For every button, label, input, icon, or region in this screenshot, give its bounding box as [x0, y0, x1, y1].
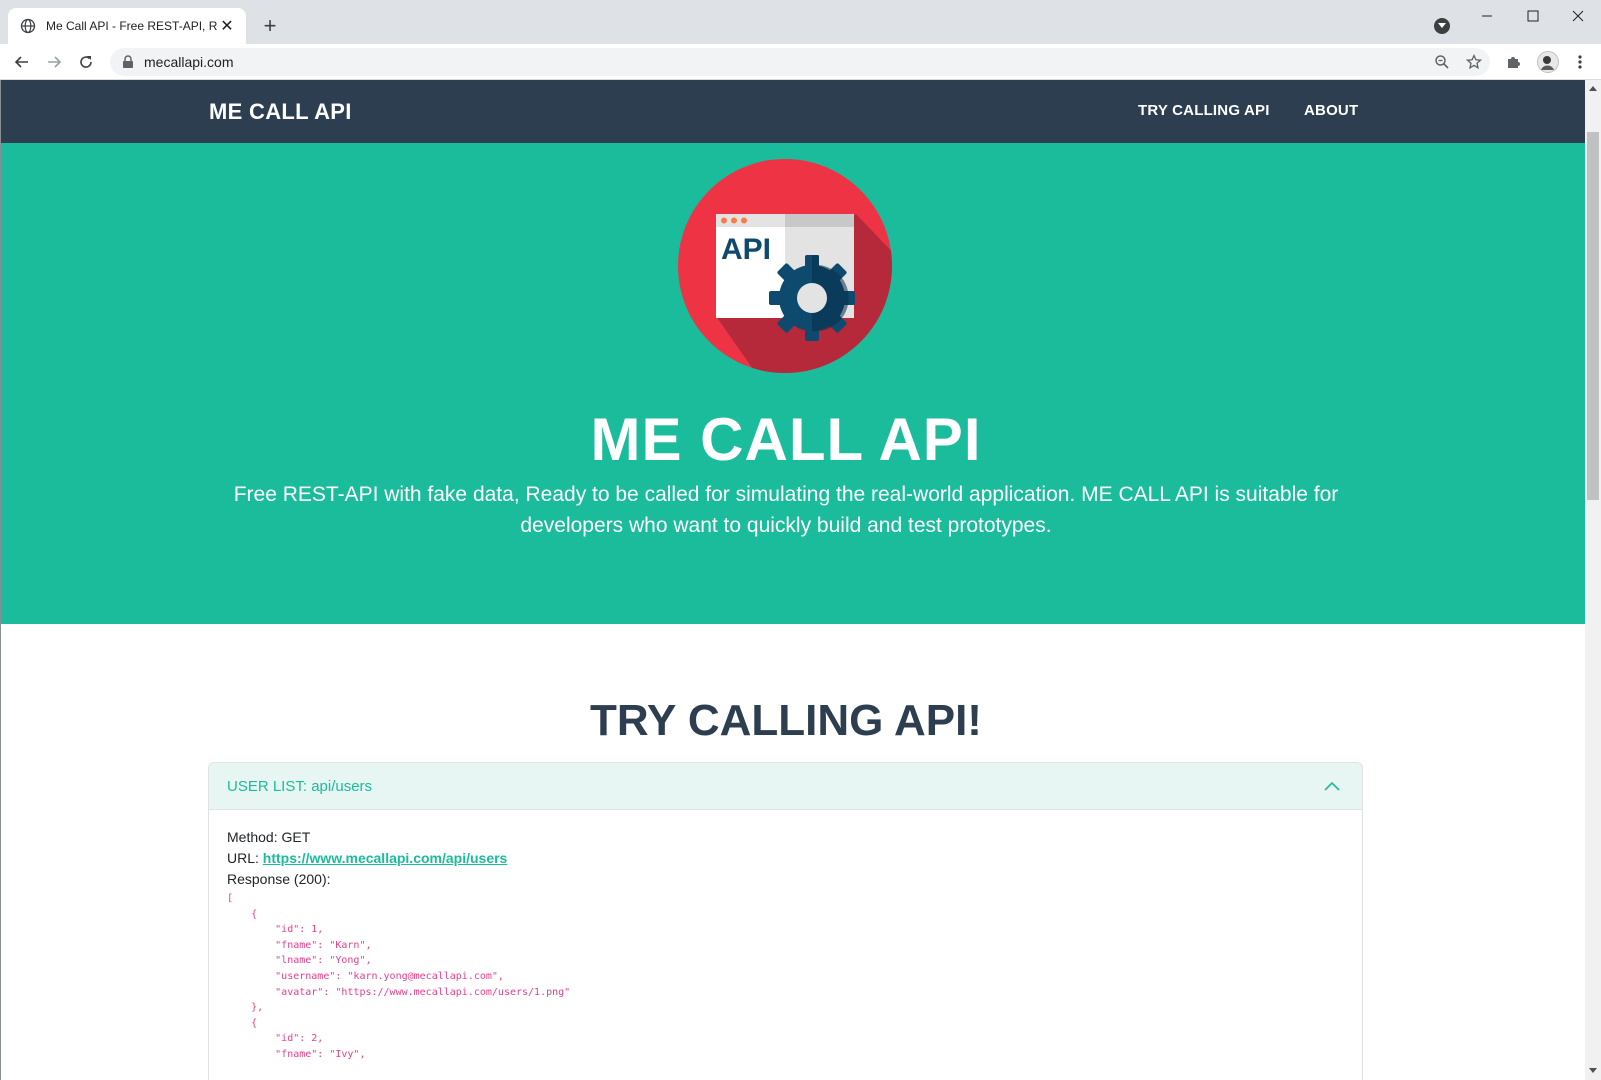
url-line: URL: https://www.mecallapi.com/api/users: [227, 848, 1344, 869]
forward-icon[interactable]: [42, 50, 66, 74]
scroll-down-icon[interactable]: [1589, 1068, 1597, 1073]
hero-section: API ME CALL API Free REST-API with fake …: [1, 143, 1585, 624]
method-line: Method: GET: [227, 829, 311, 845]
globe-icon: [20, 18, 36, 34]
section-title: TRY CALLING API!: [590, 696, 982, 745]
maximize-icon[interactable]: [1510, 0, 1556, 32]
zoom-icon[interactable]: [1426, 54, 1458, 70]
logo-api-text: API: [721, 233, 771, 266]
page-scrollbar[interactable]: [1585, 80, 1601, 1080]
minimize-icon[interactable]: [1464, 0, 1510, 32]
page-viewport: ME CALL API TRY CALLING API ABOUT API ME…: [0, 80, 1585, 1080]
star-icon[interactable]: [1458, 54, 1490, 70]
back-icon[interactable]: [10, 50, 34, 74]
reload-icon[interactable]: [74, 50, 98, 74]
scroll-thumb[interactable]: [1587, 132, 1599, 500]
site-navbar: ME CALL API TRY CALLING API ABOUT: [1, 80, 1585, 143]
plus-icon[interactable]: +: [258, 14, 282, 38]
hero-title: ME CALL API: [590, 406, 982, 473]
site-brand[interactable]: ME CALL API: [209, 99, 352, 125]
menu-icon[interactable]: [1572, 50, 1588, 74]
address-url: mecallapi.com: [144, 54, 234, 70]
browser-toolbar: mecallapi.com: [0, 44, 1601, 80]
window-close-icon[interactable]: [1555, 0, 1601, 32]
address-bar[interactable]: mecallapi.com: [110, 48, 1490, 76]
browser-tabstrip: Me Call API - Free REST-API, Rea ✕ +: [0, 0, 1601, 44]
lock-icon: [122, 55, 134, 69]
tab-title: Me Call API - Free REST-API, Rea: [46, 19, 218, 33]
url-label: URL:: [227, 850, 259, 866]
api-url-link[interactable]: https://www.mecallapi.com/api/users: [263, 850, 508, 866]
accordion-body: Method: GET URL: https://www.mecallapi.c…: [209, 810, 1362, 1080]
scroll-up-icon[interactable]: [1589, 86, 1597, 91]
response-code-block: [ { "id": 1, "fname": "Karn", "lname": "…: [227, 893, 571, 1060]
puzzle-icon[interactable]: [1502, 50, 1526, 74]
chevron-up-icon[interactable]: [1322, 776, 1342, 796]
browser-tab[interactable]: Me Call API - Free REST-API, Rea ✕: [8, 8, 246, 44]
avatar[interactable]: [1536, 50, 1560, 74]
accordion-title: USER LIST: api/users: [227, 777, 373, 795]
close-icon[interactable]: ✕: [218, 17, 236, 35]
nav-link-try-calling-api[interactable]: TRY CALLING API: [1138, 102, 1270, 119]
response-line: Response (200):: [227, 871, 331, 887]
nav-link-about[interactable]: ABOUT: [1304, 102, 1358, 119]
api-accordion-card: USER LIST: api/users Method: GET URL: ht…: [208, 762, 1363, 1080]
accordion-header[interactable]: USER LIST: api/users: [209, 763, 1362, 810]
tab-search-icon[interactable]: [1434, 18, 1450, 34]
hero-description: Free REST-API with fake data, Ready to b…: [233, 483, 1339, 537]
api-logo-icon: API: [678, 159, 892, 373]
